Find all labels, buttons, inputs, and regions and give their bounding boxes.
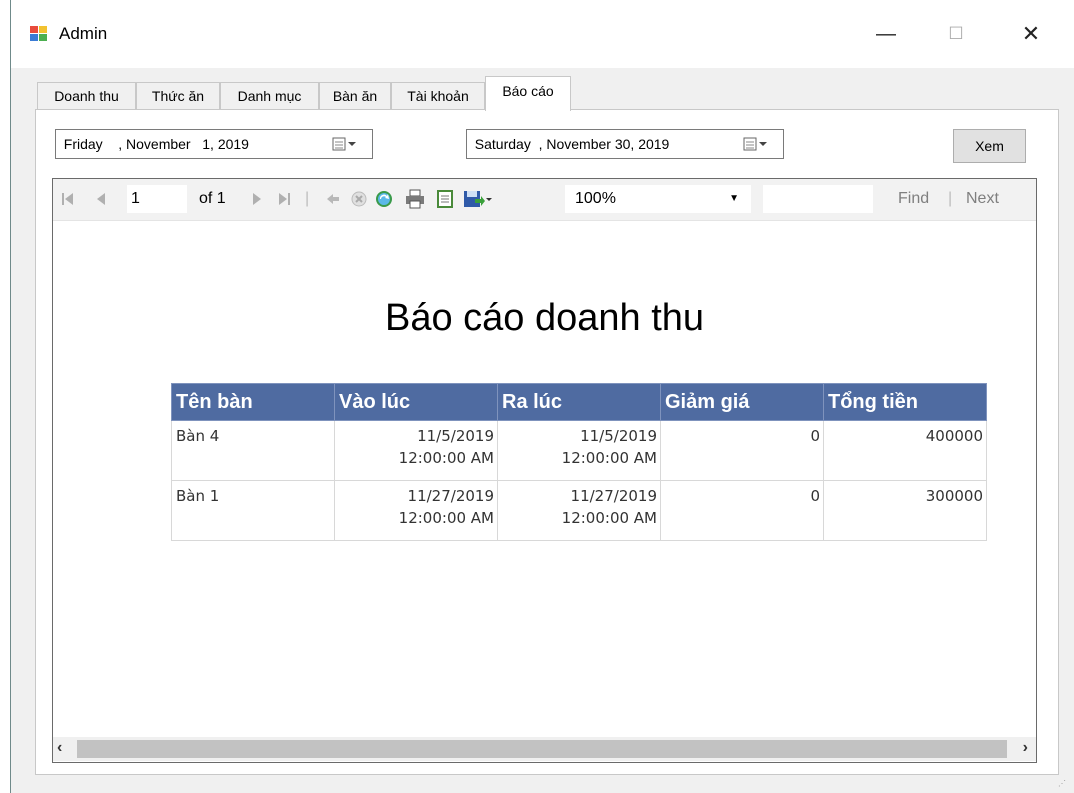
column-header: Vào lúc	[334, 383, 498, 421]
column-header: Tên bàn	[171, 383, 335, 421]
table-name-cell: Bàn 4	[171, 420, 335, 481]
next-page-icon[interactable]	[251, 191, 263, 207]
table-row: Bàn 1 11/27/2019 12:00:00 AM 11/27/2019 12…	[171, 480, 987, 541]
table-header-row: Tên bàn Vào lúc Ra lúc Giảm giá Tổng tiề…	[171, 383, 987, 421]
view-button[interactable]: Xem	[953, 129, 1026, 163]
from-date-value: Friday , November 1, 2019	[56, 136, 249, 152]
zoom-value: 100%	[575, 190, 616, 207]
total-cell: 300000	[823, 480, 987, 541]
close-button[interactable]: ✕	[1008, 14, 1054, 54]
tab-doanh-thu[interactable]: Doanh thu	[37, 82, 136, 109]
total-cell: 400000	[823, 420, 987, 481]
column-header: Tổng tiền	[823, 383, 987, 421]
export-icon[interactable]	[463, 189, 493, 209]
window-title: Admin	[59, 24, 108, 43]
zoom-select[interactable]: 100% ▼	[565, 185, 751, 213]
tab-bao-cao[interactable]: Báo cáo	[485, 76, 571, 111]
toolbar-separator: |	[305, 190, 310, 207]
find-input[interactable]	[763, 185, 873, 213]
tab-tai-khoan[interactable]: Tài khoản	[391, 82, 485, 109]
minimize-button[interactable]: —	[863, 14, 909, 54]
tab-danh-muc[interactable]: Danh mục	[220, 82, 319, 109]
print-icon[interactable]	[405, 189, 425, 209]
check-in-cell: 11/27/2019 12:00:00 AM	[334, 480, 498, 541]
resize-grip-icon[interactable]: ⋰	[1058, 779, 1068, 789]
calendar-dropdown-icon[interactable]	[332, 137, 358, 151]
scrollbar-thumb[interactable]	[77, 740, 1007, 758]
to-date-value: Saturday , November 30, 2019	[467, 136, 670, 152]
report-title: Báo cáo doanh thu	[384, 297, 705, 339]
check-out-cell: 11/27/2019 12:00:00 AM	[497, 480, 661, 541]
report-viewer-toolbar: 1 of 1 | 100% ▼ Find | Next	[53, 179, 1036, 221]
tab-ban-an[interactable]: Bàn ăn	[319, 82, 391, 109]
check-in-cell: 11/5/2019 12:00:00 AM	[334, 420, 498, 481]
prev-page-icon[interactable]	[95, 191, 107, 207]
first-page-icon[interactable]	[61, 191, 75, 207]
column-header: Giảm giá	[660, 383, 824, 421]
last-page-icon[interactable]	[277, 191, 291, 207]
page-count-label: of 1	[199, 190, 226, 207]
scroll-right-icon[interactable]: ›	[1023, 739, 1028, 757]
page-number-input[interactable]: 1	[127, 185, 187, 213]
scroll-left-icon[interactable]: ‹	[57, 739, 62, 757]
back-icon[interactable]	[326, 192, 340, 206]
refresh-icon[interactable]	[375, 190, 393, 208]
from-date-picker[interactable]: Friday , November 1, 2019	[55, 129, 373, 159]
horizontal-scrollbar[interactable]: ‹ ›	[53, 737, 1036, 761]
discount-cell: 0	[660, 480, 824, 541]
stop-icon[interactable]	[351, 191, 367, 207]
title-bar: Admin — ☐ ✕	[11, 0, 1074, 68]
admin-window: Admin — ☐ ✕ Doanh thu Thức ăn Danh mục B…	[10, 0, 1074, 793]
column-header: Ra lúc	[497, 383, 661, 421]
check-out-cell: 11/5/2019 12:00:00 AM	[497, 420, 661, 481]
discount-cell: 0	[660, 420, 824, 481]
calendar-dropdown-icon[interactable]	[743, 137, 769, 151]
page-setup-icon[interactable]	[436, 189, 454, 209]
tab-thuc-an[interactable]: Thức ăn	[136, 82, 220, 109]
report-viewer: 1 of 1 | 100% ▼ Find | Next Báo cáo doan…	[52, 178, 1037, 763]
chevron-down-icon: ▼	[729, 193, 739, 204]
next-link[interactable]: Next	[966, 190, 999, 208]
table-row: Bàn 4 11/5/2019 12:00:00 AM 11/5/2019 12:0…	[171, 420, 987, 481]
find-link[interactable]: Find	[898, 190, 929, 208]
app-icon	[30, 26, 48, 42]
find-separator: |	[948, 190, 953, 207]
to-date-picker[interactable]: Saturday , November 30, 2019	[466, 129, 784, 159]
report-tab-page: Friday , November 1, 2019 Saturday , Nov…	[35, 109, 1059, 775]
maximize-button[interactable]: ☐	[933, 14, 979, 54]
table-name-cell: Bàn 1	[171, 480, 335, 541]
revenue-table: Tên bàn Vào lúc Ra lúc Giảm giá Tổng tiề…	[171, 383, 987, 541]
